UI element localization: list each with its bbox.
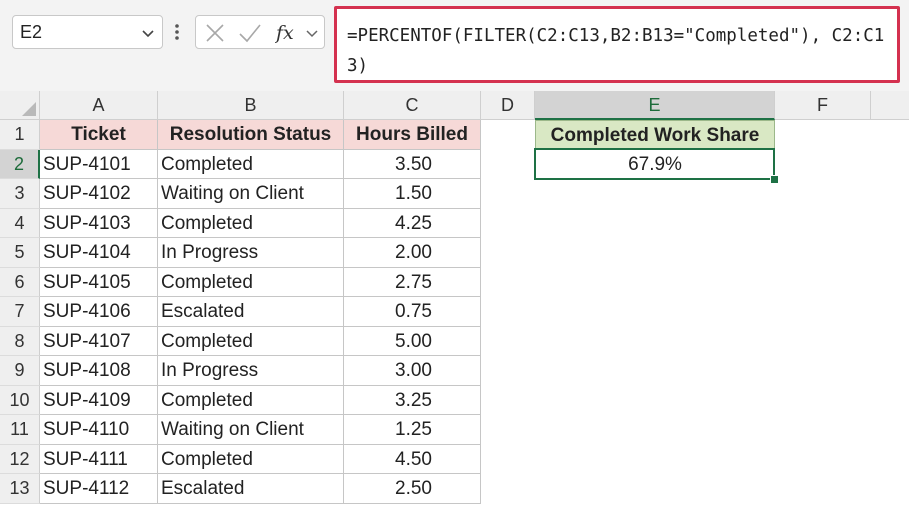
cell-c7[interactable]: 0.75 — [344, 297, 481, 327]
cell-c4[interactable]: 4.25 — [344, 208, 481, 238]
formula-toolbar: E2 fx =PERCENTOF(FILTER(C2:C13,B2:B13="C… — [0, 0, 909, 91]
select-all-triangle-icon — [22, 102, 36, 116]
column-header-f[interactable]: F — [775, 91, 871, 120]
cell-b4[interactable]: Completed — [158, 208, 344, 238]
row-header-8[interactable]: 8 — [0, 326, 40, 356]
cell-a3[interactable]: SUP-4102 — [40, 179, 158, 209]
cell-a1[interactable]: Ticket — [40, 120, 158, 150]
row-header-3[interactable]: 3 — [0, 179, 40, 209]
cell-b8[interactable]: Completed — [158, 326, 344, 356]
row-header-6[interactable]: 6 — [0, 267, 40, 297]
cell-c9[interactable]: 3.00 — [344, 356, 481, 386]
row-header-5[interactable]: 5 — [0, 238, 40, 268]
cell-a11[interactable]: SUP-4110 — [40, 415, 158, 445]
cell-c5[interactable]: 2.00 — [344, 238, 481, 268]
cell-e1[interactable]: Completed Work Share — [535, 120, 775, 150]
formula-text: =PERCENTOF(FILTER(C2:C13,B2:B13="Complet… — [347, 26, 885, 76]
checkmark-icon[interactable] — [238, 22, 262, 44]
cell-b6[interactable]: Completed — [158, 267, 344, 297]
cell-c13[interactable]: 2.50 — [344, 474, 481, 504]
cell-a4[interactable]: SUP-4103 — [40, 208, 158, 238]
cell-a8[interactable]: SUP-4107 — [40, 326, 158, 356]
cell-b2[interactable]: Completed — [158, 149, 344, 179]
column-header-g[interactable] — [871, 91, 909, 120]
cell-a10[interactable]: SUP-4109 — [40, 385, 158, 415]
cell-a2[interactable]: SUP-4101 — [40, 149, 158, 179]
cell-b10[interactable]: Completed — [158, 385, 344, 415]
cell-c10[interactable]: 3.25 — [344, 385, 481, 415]
name-box-value: E2 — [20, 22, 43, 42]
active-cell-border — [534, 148, 775, 180]
cell-c6[interactable]: 2.75 — [344, 267, 481, 297]
row-header-7[interactable]: 7 — [0, 297, 40, 327]
svg-text:fx: fx — [275, 22, 294, 44]
row-header-13[interactable]: 13 — [0, 474, 40, 504]
column-header-a[interactable]: A — [40, 91, 158, 120]
more-options-icon[interactable] — [174, 22, 180, 42]
cell-b12[interactable]: Completed — [158, 444, 344, 474]
cell-c12[interactable]: 4.50 — [344, 444, 481, 474]
chevron-down-icon[interactable] — [140, 25, 156, 41]
formula-actions: fx — [195, 15, 325, 49]
cell-a5[interactable]: SUP-4104 — [40, 238, 158, 268]
cell-a7[interactable]: SUP-4106 — [40, 297, 158, 327]
cell-b3[interactable]: Waiting on Client — [158, 179, 344, 209]
cell-a6[interactable]: SUP-4105 — [40, 267, 158, 297]
cell-b1[interactable]: Resolution Status — [158, 120, 344, 150]
cell-c2[interactable]: 3.50 — [344, 149, 481, 179]
chevron-down-icon[interactable] — [304, 25, 320, 41]
row-header-9[interactable]: 9 — [0, 356, 40, 386]
cell-b9[interactable]: In Progress — [158, 356, 344, 386]
row-header-2[interactable]: 2 — [0, 149, 40, 179]
column-header-c[interactable]: C — [344, 91, 481, 120]
row-header-12[interactable]: 12 — [0, 444, 40, 474]
fx-icon[interactable]: fx — [275, 22, 301, 44]
row-header-10[interactable]: 10 — [0, 385, 40, 415]
column-header-b[interactable]: B — [158, 91, 344, 120]
column-header-e[interactable]: E — [535, 91, 775, 120]
x-icon[interactable] — [204, 22, 226, 44]
cell-c1[interactable]: Hours Billed — [344, 120, 481, 150]
row-header-11[interactable]: 11 — [0, 415, 40, 445]
cell-a13[interactable]: SUP-4112 — [40, 474, 158, 504]
name-box[interactable]: E2 — [12, 15, 163, 49]
cell-b5[interactable]: In Progress — [158, 238, 344, 268]
fill-handle[interactable] — [770, 175, 779, 184]
row-header-1[interactable]: 1 — [0, 120, 40, 150]
column-header-d[interactable]: D — [481, 91, 535, 120]
cell-a12[interactable]: SUP-4111 — [40, 444, 158, 474]
row-header-4[interactable]: 4 — [0, 208, 40, 238]
select-all-button[interactable] — [0, 91, 40, 120]
cell-c11[interactable]: 1.25 — [344, 415, 481, 445]
cell-b11[interactable]: Waiting on Client — [158, 415, 344, 445]
cell-b7[interactable]: Escalated — [158, 297, 344, 327]
cell-c3[interactable]: 1.50 — [344, 179, 481, 209]
cell-b13[interactable]: Escalated — [158, 474, 344, 504]
cell-c8[interactable]: 5.00 — [344, 326, 481, 356]
cell-a9[interactable]: SUP-4108 — [40, 356, 158, 386]
formula-input[interactable]: =PERCENTOF(FILTER(C2:C13,B2:B13="Complet… — [334, 6, 900, 83]
